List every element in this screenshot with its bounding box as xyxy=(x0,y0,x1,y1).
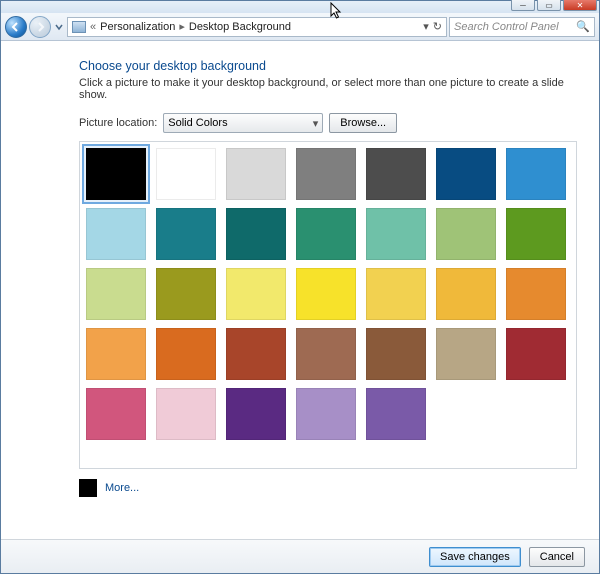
search-placeholder: Search Control Panel xyxy=(454,21,559,33)
color-swatch[interactable] xyxy=(226,268,286,320)
breadcrumb-personalization[interactable]: Personalization xyxy=(100,21,175,33)
color-swatch[interactable] xyxy=(156,148,216,200)
color-swatch[interactable] xyxy=(296,388,356,440)
color-swatch[interactable] xyxy=(366,268,426,320)
more-row: More... xyxy=(79,479,585,497)
address-bar[interactable]: « Personalization ▸ Desktop Background ▾… xyxy=(67,17,447,37)
control-panel-icon xyxy=(72,21,86,33)
color-grid xyxy=(86,148,570,440)
color-swatch-panel xyxy=(79,141,577,469)
browse-button[interactable]: Browse... xyxy=(329,113,397,133)
picture-location-select[interactable]: Solid Colors ▾ xyxy=(163,113,323,133)
back-button[interactable] xyxy=(5,16,27,38)
color-swatch[interactable] xyxy=(506,208,566,260)
close-icon: ✕ xyxy=(577,1,584,10)
color-swatch[interactable] xyxy=(226,148,286,200)
color-swatch[interactable] xyxy=(436,208,496,260)
breadcrumb-chevron-icon: ▸ xyxy=(179,20,185,33)
cancel-button[interactable]: Cancel xyxy=(529,547,585,567)
close-button[interactable]: ✕ xyxy=(563,0,597,11)
picture-location-value: Solid Colors xyxy=(168,117,227,129)
color-swatch[interactable] xyxy=(156,268,216,320)
address-dropdown-icon[interactable]: ▾ xyxy=(423,20,429,33)
maximize-icon: ▭ xyxy=(545,1,553,10)
color-swatch[interactable] xyxy=(436,148,496,200)
chevron-down-icon: ▾ xyxy=(313,117,319,130)
page-subtext: Click a picture to make it your desktop … xyxy=(79,77,585,101)
color-swatch[interactable] xyxy=(156,328,216,380)
color-swatch[interactable] xyxy=(296,148,356,200)
color-swatch[interactable] xyxy=(86,388,146,440)
page-title: Choose your desktop background xyxy=(79,59,585,73)
maximize-button[interactable]: ▭ xyxy=(537,0,561,11)
color-swatch[interactable] xyxy=(366,328,426,380)
color-swatch[interactable] xyxy=(86,148,146,200)
minimize-icon: ─ xyxy=(520,1,526,10)
footer: Save changes Cancel xyxy=(1,539,599,573)
color-swatch[interactable] xyxy=(296,328,356,380)
breadcrumb-desktop-background[interactable]: Desktop Background xyxy=(189,21,291,33)
control-panel-window: ─ ▭ ✕ « Personalization ▸ Desktop Backgr… xyxy=(0,0,600,574)
refresh-button[interactable]: ↻ xyxy=(433,20,442,33)
color-swatch[interactable] xyxy=(436,328,496,380)
arrow-right-icon xyxy=(35,22,45,32)
color-swatch[interactable] xyxy=(366,388,426,440)
color-swatch[interactable] xyxy=(506,148,566,200)
content-area: Choose your desktop background Click a p… xyxy=(1,41,599,539)
color-swatch[interactable] xyxy=(226,328,286,380)
chevron-down-icon xyxy=(55,23,63,31)
color-swatch[interactable] xyxy=(86,328,146,380)
search-box[interactable]: Search Control Panel 🔍 xyxy=(449,17,595,37)
color-swatch[interactable] xyxy=(86,208,146,260)
color-swatch[interactable] xyxy=(156,208,216,260)
current-color-preview xyxy=(79,479,97,497)
color-swatch[interactable] xyxy=(436,268,496,320)
forward-button[interactable] xyxy=(29,16,51,38)
arrow-left-icon xyxy=(11,22,21,32)
color-swatch[interactable] xyxy=(366,208,426,260)
color-swatch[interactable] xyxy=(226,208,286,260)
picture-location-label: Picture location: xyxy=(79,117,157,129)
breadcrumb-separator: « xyxy=(90,21,96,33)
search-icon: 🔍 xyxy=(576,20,590,33)
window-controls: ─ ▭ ✕ xyxy=(511,0,597,11)
nav-history-dropdown[interactable] xyxy=(53,16,65,38)
color-swatch[interactable] xyxy=(296,268,356,320)
color-swatch[interactable] xyxy=(366,148,426,200)
picture-location-row: Picture location: Solid Colors ▾ Browse.… xyxy=(79,113,585,133)
save-changes-button[interactable]: Save changes xyxy=(429,547,521,567)
minimize-button[interactable]: ─ xyxy=(511,0,535,11)
titlebar: ─ ▭ ✕ xyxy=(1,1,599,13)
more-colors-link[interactable]: More... xyxy=(105,482,139,494)
color-swatch[interactable] xyxy=(506,268,566,320)
color-swatch[interactable] xyxy=(86,268,146,320)
navbar: « Personalization ▸ Desktop Background ▾… xyxy=(1,13,599,41)
color-swatch[interactable] xyxy=(296,208,356,260)
color-swatch[interactable] xyxy=(226,388,286,440)
color-swatch[interactable] xyxy=(506,328,566,380)
color-swatch[interactable] xyxy=(156,388,216,440)
